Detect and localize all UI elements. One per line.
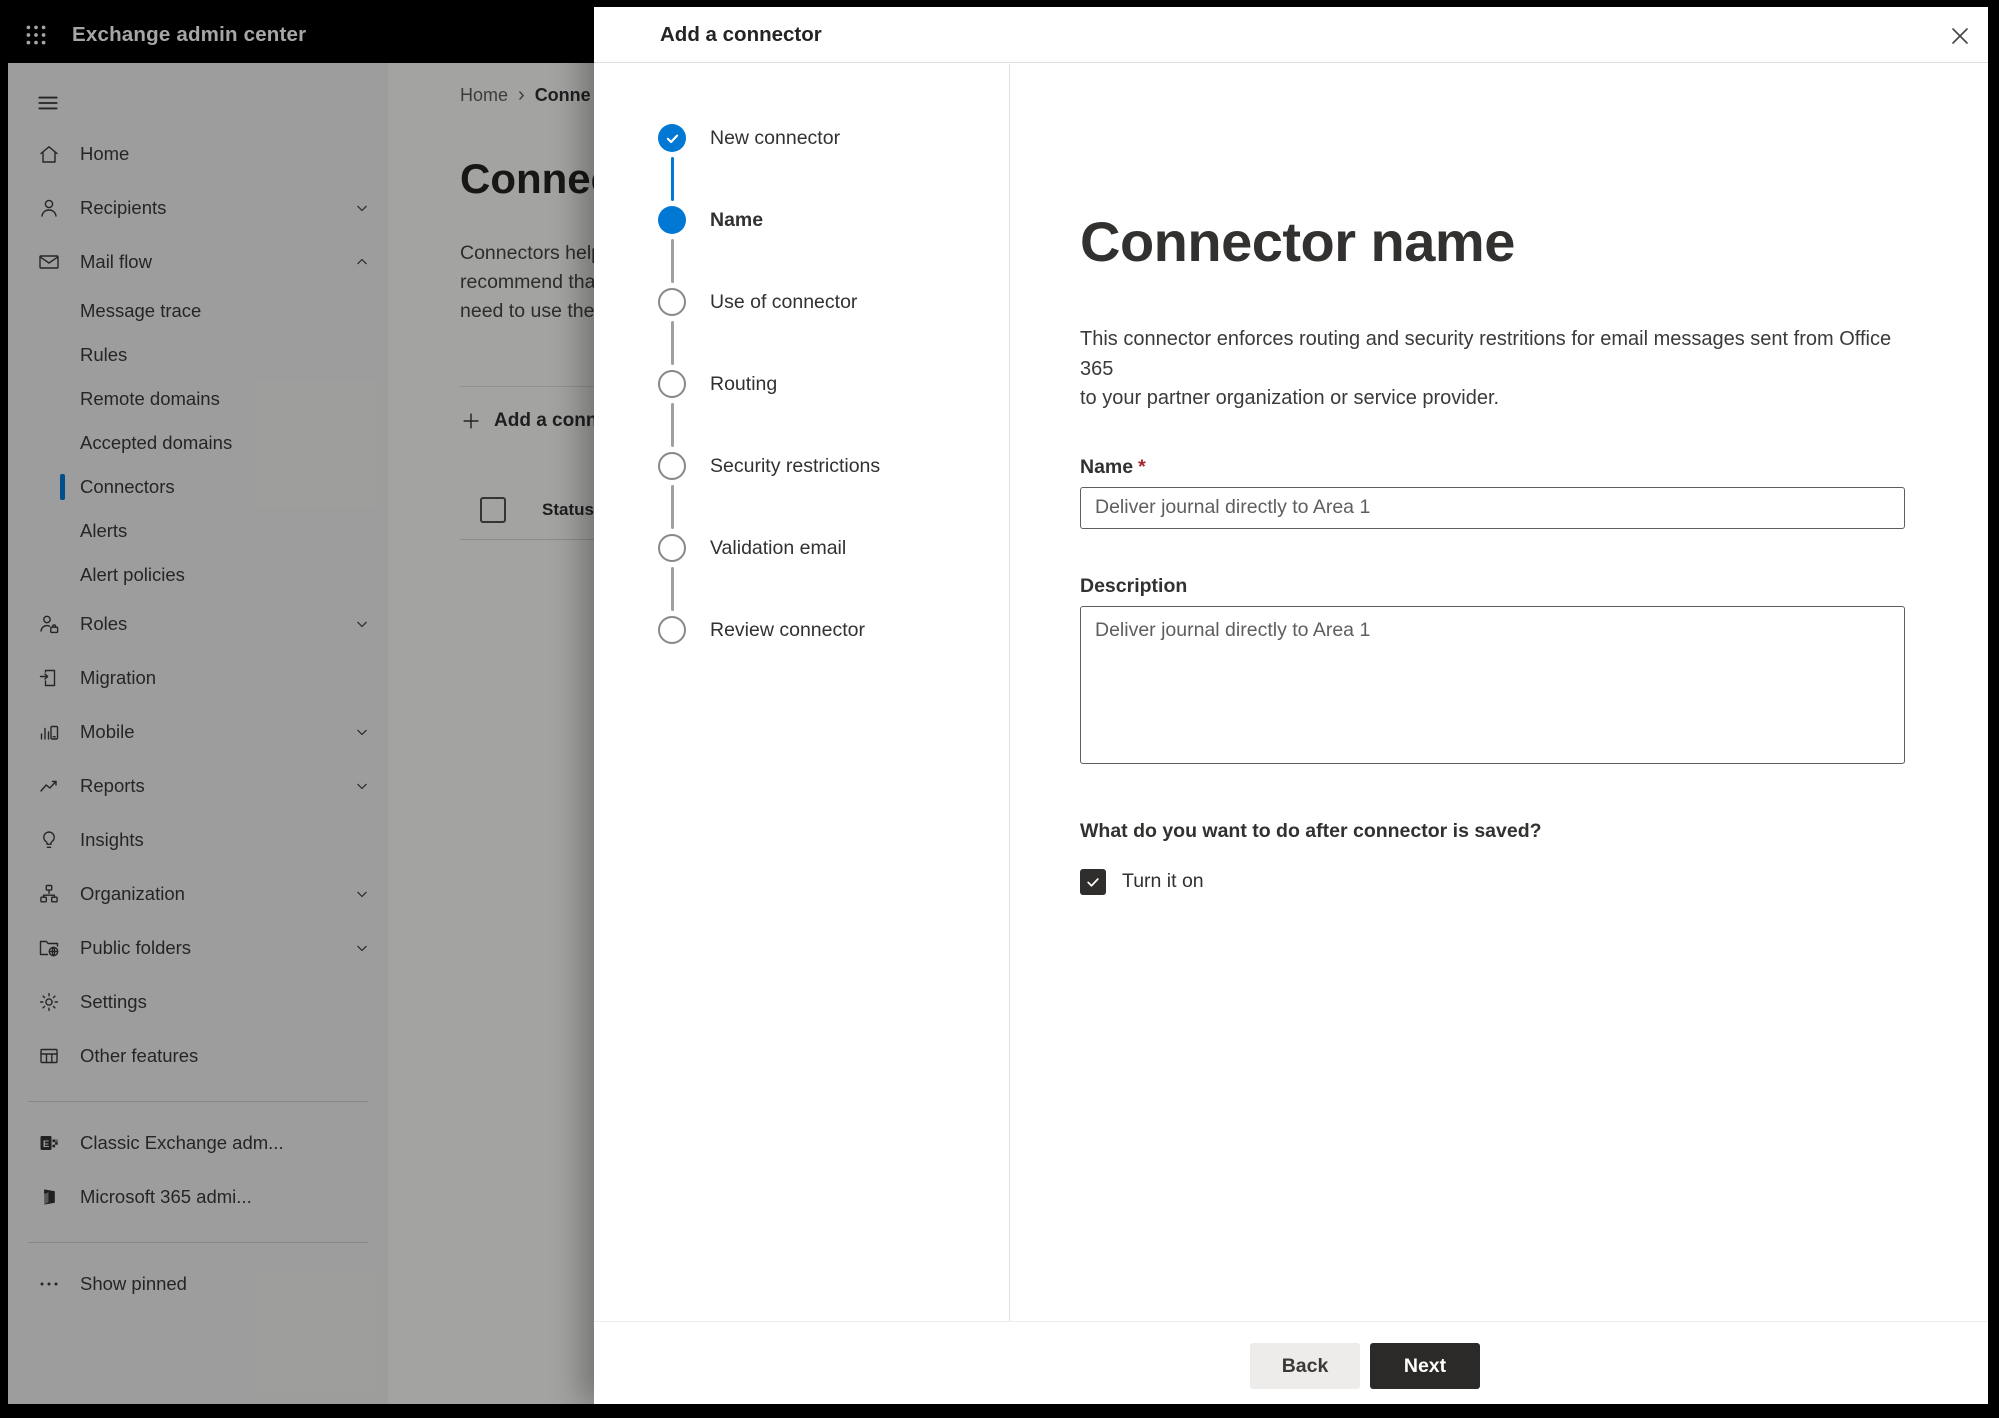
screen: Exchange admin center Home Recipients Ma… <box>8 7 1988 1404</box>
step-connector-line <box>670 157 674 201</box>
step-upcoming-icon <box>658 534 686 562</box>
description-line: to your partner organization or service … <box>1080 387 1500 409</box>
add-connector-dialog: Add a connector New connector Name Use o… <box>594 7 1988 1404</box>
step-current-icon <box>658 206 686 234</box>
next-button[interactable]: Next <box>1370 1343 1480 1389</box>
wizard-page-description: This connector enforces routing and secu… <box>1080 325 1905 414</box>
close-button[interactable] <box>1944 20 1976 52</box>
description-field-label: Description <box>1080 574 1188 597</box>
wizard-step-use-of-connector[interactable]: Use of connector <box>594 288 1009 370</box>
step-label: Validation email <box>710 537 847 559</box>
step-connector-line <box>670 567 674 611</box>
step-label: Routing <box>710 373 778 395</box>
step-upcoming-icon <box>658 370 686 398</box>
step-completed-icon <box>658 124 686 152</box>
wizard-page-title: Connector name <box>1080 210 1515 273</box>
name-field-label: Name * <box>1080 454 1905 481</box>
required-marker: * <box>1138 455 1146 478</box>
wizard-step-security-restrictions[interactable]: Security restrictions <box>594 452 1009 534</box>
after-save-question: What do you want to do after connector i… <box>1080 819 1542 842</box>
dialog-header: Add a connector <box>594 7 1988 63</box>
step-connector-line <box>670 239 674 283</box>
close-icon <box>1952 28 1968 44</box>
turn-it-on-label: Turn it on <box>1122 870 1204 892</box>
connector-name-input[interactable] <box>1080 486 1905 529</box>
step-label: New connector <box>710 127 841 149</box>
wizard-step-validation-email[interactable]: Validation email <box>594 534 1009 616</box>
wizard-step-routing[interactable]: Routing <box>594 370 1009 452</box>
wizard-step-new-connector[interactable]: New connector <box>594 124 1009 206</box>
dialog-footer: Back Next <box>594 1321 1988 1404</box>
step-label: Security restrictions <box>710 455 881 477</box>
step-upcoming-icon <box>658 452 686 480</box>
step-label: Name <box>710 209 764 231</box>
step-label: Use of connector <box>710 291 858 313</box>
back-button[interactable]: Back <box>1250 1343 1360 1389</box>
wizard-page-content: Connector name This connector enforces r… <box>1011 64 1988 1322</box>
step-connector-line <box>670 485 674 529</box>
wizard-step-name[interactable]: Name <box>594 206 1009 288</box>
dialog-title: Add a connector <box>660 22 822 46</box>
step-connector-line <box>670 403 674 447</box>
connector-description-textarea[interactable]: Deliver journal directly to Area 1 <box>1080 605 1905 764</box>
name-label-text: Name <box>1080 455 1134 478</box>
step-upcoming-icon <box>658 288 686 316</box>
wizard-steps: New connector Name Use of connector Rout… <box>594 64 1010 1322</box>
turn-it-on-checkbox-row[interactable]: Turn it on <box>1080 868 1905 895</box>
step-upcoming-icon <box>658 616 686 644</box>
step-label: Review connector <box>710 619 865 641</box>
description-line: This connector enforces routing and secu… <box>1080 328 1892 380</box>
step-connector-line <box>670 321 674 365</box>
checkbox-checked-icon[interactable] <box>1080 868 1106 895</box>
wizard-step-review-connector[interactable]: Review connector <box>594 616 1009 698</box>
